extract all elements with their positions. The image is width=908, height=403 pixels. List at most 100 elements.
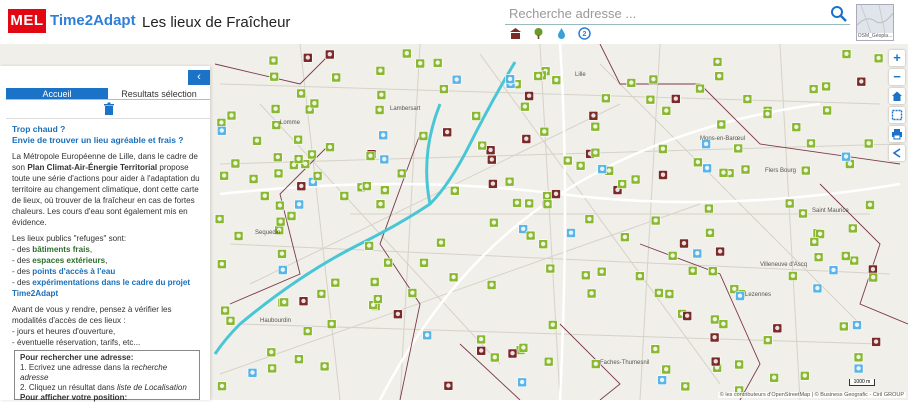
marker-glyph [659,377,665,383]
marker-glyph [787,201,792,206]
zoom-in-button[interactable]: + [889,50,905,66]
marker-glyph [375,296,381,301]
marker-glyph [771,375,777,380]
marker-glyph [305,55,310,60]
share-button[interactable] [889,145,905,161]
marker-glyph [233,161,238,166]
outdoor-filter[interactable] [531,26,545,40]
basemap-switcher[interactable]: OSM_Géopla... [856,4,894,41]
marker-glyph [599,269,604,274]
time2adapt-filter[interactable]: 2 [577,26,591,40]
marker-glyph [438,240,444,245]
marker-glyph [815,285,820,291]
marker-glyph [277,203,283,208]
marker-glyph [812,239,817,244]
marker-glyph [736,145,741,151]
marker-glyph [808,140,814,146]
trash-icon[interactable] [102,102,116,116]
marker-glyph [690,268,695,273]
marker-glyph [548,266,553,271]
marker-glyph [382,156,387,162]
svg-text:2: 2 [582,31,586,38]
tab-accueil[interactable]: Accueil [6,88,108,100]
marker-glyph [488,147,493,153]
marker-glyph [873,339,879,344]
place-label: Lambersart [390,106,421,112]
visit-notes: Avant de vous y rendre, pensez à vérifie… [12,305,172,347]
marker-glyph [876,55,881,61]
marker-glyph [377,107,382,112]
marker-glyph [295,137,301,142]
marker-glyph [670,253,675,258]
marker-glyph [703,141,709,147]
marker-glyph [620,181,625,186]
marker-glyph [660,172,666,177]
marker-glyph [593,150,598,155]
marker-glyph [765,111,770,117]
marker-glyph [299,183,304,189]
marker-glyph [491,220,497,225]
marker-glyph [633,177,638,182]
marker-glyph [681,241,687,246]
place-label: Faches-Thumesnil [600,360,649,366]
marker-glyph [717,249,723,254]
marker-glyph [856,354,861,360]
marker-glyph [541,241,546,247]
building-filter[interactable] [508,26,522,40]
marker-glyph [421,260,427,265]
marker-glyph [381,132,386,138]
marker-glyph [856,366,861,371]
marker-glyph [221,173,227,178]
marker-glyph [289,213,294,218]
marker-glyph [683,383,688,389]
marker-glyph [847,161,853,166]
marker-glyph [550,322,555,327]
marker-glyph [273,106,278,111]
marker-glyph [545,201,550,207]
collapse-panel-button[interactable]: ‹ [188,70,210,85]
marker-glyph [656,290,662,295]
marker-glyph [219,128,224,133]
place-label: Saint Maurice [812,208,849,214]
marker-glyph [578,163,583,168]
marker-glyph [219,120,224,125]
address-search-input[interactable] [505,3,850,25]
select-area-button[interactable] [889,107,905,123]
marker-glyph [435,60,440,65]
tab-resultats[interactable]: Resultats sélection [108,88,210,100]
marker-glyph [852,258,857,263]
place-label: Mons-en-Barœul [700,136,745,142]
zoom-out-button[interactable]: − [889,69,905,85]
marker-glyph [492,355,497,360]
intro-question-1: Trop chaud ? [12,124,66,134]
marker-glyph [794,124,799,130]
marker-glyph [441,86,447,91]
marker-glyph [546,359,551,364]
marker-glyph [593,124,598,129]
marker-glyph [859,79,864,84]
marker-glyph [446,383,451,388]
marker-glyph [713,359,718,364]
mel-logo[interactable]: MEL [8,9,46,33]
water-filter[interactable] [554,26,568,40]
marker-glyph [790,273,796,278]
marker-glyph [707,230,713,235]
marker-glyph [319,291,324,296]
marker-glyph [372,279,377,284]
marker-glyph [521,345,526,350]
marker-glyph [553,191,559,196]
marker-glyph [445,129,450,135]
marker-glyph [327,52,332,57]
marker-glyph [866,141,871,146]
place-label: Lomme [280,120,301,126]
marker-glyph [479,348,484,353]
marker-glyph [510,351,515,356]
marker-glyph [368,153,373,158]
marker-glyph [254,138,260,143]
search-icon[interactable] [830,5,848,23]
print-button[interactable] [889,126,905,142]
marker-glyph [262,193,267,198]
marker-glyph [715,59,720,64]
home-button[interactable] [889,88,905,104]
home-icon [892,91,902,101]
